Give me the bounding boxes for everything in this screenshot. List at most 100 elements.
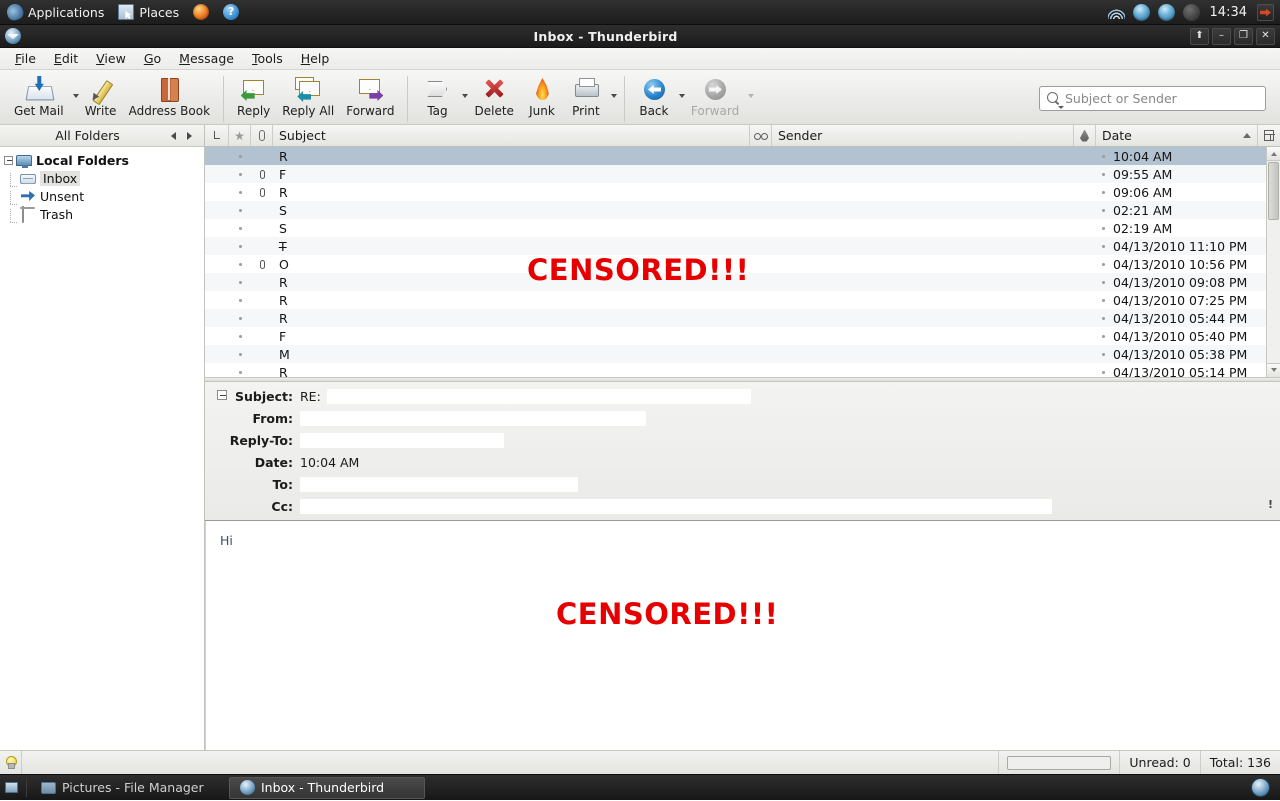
clock[interactable]: 14:34 — [1208, 5, 1249, 20]
row-star-cell[interactable] — [229, 335, 251, 338]
row-star-cell[interactable] — [229, 371, 251, 374]
window-titlebar[interactable]: Inbox - Thunderbird ⬆ – ❐ ✕ — [0, 25, 1280, 48]
logout-icon[interactable] — [1257, 4, 1274, 21]
menu-view[interactable]: View — [87, 49, 135, 68]
help-launcher[interactable]: ? — [216, 0, 246, 25]
row-star-cell[interactable] — [229, 173, 251, 176]
tag-button[interactable]: Tag — [415, 74, 459, 118]
menu-go[interactable]: Go — [135, 49, 170, 68]
row-star-cell[interactable] — [229, 317, 251, 320]
help-icon: ? — [223, 4, 239, 20]
row-date-text: 04/13/2010 05:38 PM — [1113, 347, 1247, 362]
subject-column-header[interactable]: Subject — [273, 125, 750, 146]
attachment-column-header[interactable] — [251, 125, 273, 146]
column-picker-button[interactable] — [1258, 125, 1280, 146]
junk-button[interactable]: Junk — [520, 74, 564, 118]
statusbar-bulb[interactable] — [0, 751, 22, 775]
reply-all-button[interactable]: Reply All — [276, 74, 340, 118]
row-star-cell[interactable] — [229, 263, 251, 266]
close-button[interactable]: ✕ — [1256, 28, 1275, 45]
search-input[interactable]: Subject or Sender — [1065, 91, 1177, 106]
search-icon — [1046, 91, 1061, 106]
row-star-cell[interactable] — [229, 227, 251, 230]
shade-button[interactable]: ⬆ — [1190, 28, 1209, 45]
back-label: Back — [639, 104, 668, 118]
date-column-header[interactable]: Date — [1096, 125, 1258, 146]
taskbar-item-file-manager[interactable]: Pictures - File Manager — [31, 777, 227, 799]
applications-menu[interactable]: Applications — [0, 0, 111, 25]
table-row[interactable]: R04/13/2010 07:25 PM — [205, 291, 1280, 309]
folder-pane-title[interactable]: All Folders — [4, 128, 171, 143]
thunderbird-icon — [5, 28, 21, 44]
table-row[interactable]: F04/13/2010 05:40 PM — [205, 327, 1280, 345]
wifi-icon[interactable] — [1108, 4, 1125, 21]
table-row[interactable]: R04/13/2010 05:44 PM — [205, 309, 1280, 327]
toolbar-group-nav: Back Forward — [632, 74, 754, 118]
delete-button[interactable]: Delete — [468, 74, 519, 118]
minimize-button[interactable]: – — [1212, 28, 1231, 45]
table-row[interactable]: R10:04 AM — [205, 147, 1280, 165]
sender-column-header[interactable]: Sender — [772, 125, 1074, 146]
row-star-cell[interactable] — [229, 353, 251, 356]
arrow-right-icon[interactable] — [187, 132, 192, 140]
table-row[interactable]: R09:06 AM — [205, 183, 1280, 201]
message-body-pane[interactable]: Hi CENSORED!!! — [205, 521, 1280, 751]
menu-tools[interactable]: Tools — [243, 49, 292, 68]
row-star-cell[interactable] — [229, 155, 251, 158]
folder-item-inbox[interactable]: Inbox — [4, 169, 204, 187]
address-book-icon — [156, 76, 182, 102]
print-button[interactable]: Print — [564, 74, 608, 118]
folder-item-unsent[interactable]: Unsent — [4, 187, 204, 205]
row-star-cell[interactable] — [229, 191, 251, 194]
show-desktop-button[interactable] — [0, 775, 22, 801]
scrollbar-thumb[interactable] — [1268, 162, 1279, 220]
table-row[interactable]: R04/13/2010 05:14 PM — [205, 363, 1280, 377]
unstarred-dot-icon — [239, 317, 242, 320]
address-book-button[interactable]: Address Book — [123, 74, 216, 118]
write-button[interactable]: Write — [79, 74, 123, 118]
firefox-launcher[interactable] — [186, 0, 216, 25]
menu-edit[interactable]: Edit — [45, 49, 87, 68]
message-list-scrollbar[interactable] — [1266, 147, 1280, 377]
unstarred-dot-icon — [239, 191, 242, 194]
places-menu[interactable]: Places — [111, 0, 186, 25]
menu-help[interactable]: Help — [292, 49, 339, 68]
print-dropdown-icon[interactable] — [611, 94, 617, 98]
menu-file[interactable]: File — [6, 49, 45, 68]
message-list[interactable]: R10:04 AMF09:55 AMR09:06 AMS02:21 AMS02:… — [205, 147, 1280, 377]
scroll-down-button[interactable] — [1267, 363, 1280, 377]
menu-message[interactable]: Message — [170, 49, 243, 68]
junk-column-header[interactable] — [1074, 125, 1096, 146]
twisty-expanded-icon[interactable] — [4, 156, 13, 165]
volume-icon[interactable] — [1183, 4, 1200, 21]
table-row[interactable]: F09:55 AM — [205, 165, 1280, 183]
maximize-button[interactable]: ❐ — [1234, 28, 1253, 45]
taskbar-item-thunderbird[interactable]: Inbox - Thunderbird — [229, 777, 425, 799]
star-column-header[interactable]: ★ — [229, 125, 251, 146]
scroll-up-button[interactable] — [1267, 147, 1280, 161]
row-subject-cell: R — [273, 149, 750, 164]
get-mail-button[interactable]: Get Mail — [8, 74, 70, 118]
reply-button[interactable]: Reply — [231, 74, 276, 118]
row-star-cell[interactable] — [229, 281, 251, 284]
row-star-cell[interactable] — [229, 245, 251, 248]
collapse-icon[interactable] — [217, 390, 227, 400]
row-star-cell[interactable] — [229, 299, 251, 302]
back-button[interactable]: Back — [632, 74, 676, 118]
read-column-header[interactable] — [750, 125, 772, 146]
row-date-text: 04/13/2010 09:08 PM — [1113, 275, 1247, 290]
search-box[interactable]: Subject or Sender — [1039, 86, 1266, 111]
row-star-cell[interactable] — [229, 209, 251, 212]
thread-column-header[interactable] — [205, 125, 229, 146]
table-row[interactable]: S02:19 AM — [205, 219, 1280, 237]
row-marker-dot-icon — [1102, 191, 1105, 194]
folder-item-local-folders[interactable]: Local Folders — [4, 151, 204, 169]
table-row[interactable]: M04/13/2010 05:38 PM — [205, 345, 1280, 363]
folder-item-trash[interactable]: Trash — [4, 205, 204, 223]
network-icon-2[interactable] — [1158, 4, 1175, 21]
table-row[interactable]: S02:21 AM — [205, 201, 1280, 219]
forward-button[interactable]: Forward — [340, 74, 400, 118]
thunderbird-tray-icon[interactable] — [1251, 778, 1270, 797]
arrow-left-icon[interactable] — [171, 132, 176, 140]
network-icon[interactable] — [1133, 4, 1150, 21]
